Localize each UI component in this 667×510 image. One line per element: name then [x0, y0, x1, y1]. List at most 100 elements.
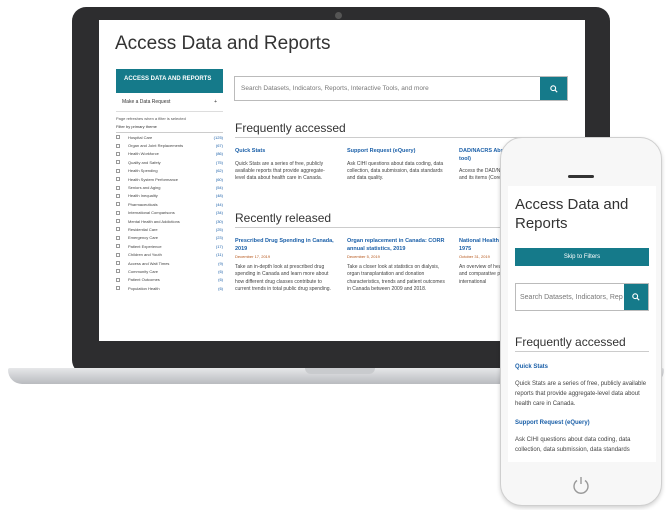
filter-label: Children and Youth	[128, 252, 162, 258]
filter-label: Community Care	[128, 268, 159, 274]
filter-checkbox[interactable]	[116, 177, 120, 182]
filter-checkbox[interactable]	[116, 286, 120, 291]
card-date: December 17, 2019	[235, 254, 271, 259]
theme-filter-item[interactable]: Health Workforce (86)	[116, 150, 223, 158]
theme-filter-item[interactable]: Population Health (6)	[116, 284, 223, 292]
search-input[interactable]: Search Datasets, Indicators, Reports, In…	[235, 77, 540, 100]
filter-label: Population Health	[128, 285, 160, 291]
filter-count: (75)	[215, 159, 223, 165]
theme-filter-item[interactable]: Organ and Joint Replacements (67)	[116, 141, 223, 149]
filter-count: (6)	[218, 285, 223, 291]
phone-screen: Access Data and Reports Skip to Filters …	[508, 186, 656, 462]
filter-sidebar: ACCESS DATA AND REPORTS Make a Data Requ…	[116, 69, 223, 292]
filter-label: Quality and Safety	[128, 159, 161, 165]
plus-icon: +	[214, 99, 217, 105]
frequent-card: Support Request (eQuery) Ask CIHI questio…	[347, 148, 447, 183]
filter-count: (9)	[218, 260, 223, 266]
filter-count: (6)	[218, 268, 223, 274]
theme-filter-item[interactable]: Community Care (6)	[116, 267, 223, 275]
filter-label: Organ and Joint Replacements	[128, 143, 184, 149]
filter-label: Mental Health and Addictions	[128, 218, 180, 224]
theme-filter-item[interactable]: Mental Health and Addictions (30)	[116, 217, 223, 225]
page-title: Access Data and Reports	[115, 33, 331, 54]
theme-filter-item[interactable]: Children and Youth (11)	[116, 250, 223, 258]
card-title-link[interactable]: Prescribed Drug Spending in Canada, 2019	[235, 238, 335, 253]
filter-count: (67)	[215, 143, 223, 149]
card-title-link[interactable]: Organ replacement in Canada: CORR annual…	[347, 238, 447, 253]
theme-filter-item[interactable]: Emergency Care (23)	[116, 234, 223, 242]
filter-count: (60)	[215, 176, 223, 182]
mobile-quick-stats-link[interactable]: Quick Stats	[515, 364, 548, 370]
filter-count: (25)	[215, 226, 223, 232]
theme-filter-item[interactable]: Access and Wait Times (9)	[116, 259, 223, 267]
recent-card: Prescribed Drug Spending in Canada, 2019…	[235, 238, 335, 294]
search-button[interactable]	[540, 77, 567, 100]
mobile-support-request-link[interactable]: Support Request (eQuery)	[515, 420, 590, 426]
filter-count: (44)	[215, 201, 223, 207]
mobile-quick-stats-text: Quick Stats are a series of free, public…	[515, 381, 647, 407]
filter-checkbox[interactable]	[116, 151, 120, 156]
theme-filter-item[interactable]: Residential Care (25)	[116, 225, 223, 233]
theme-filter-item[interactable]: Health Spending (62)	[116, 167, 223, 175]
theme-filter-item[interactable]: Health System Performance (60)	[116, 175, 223, 183]
filter-checkbox[interactable]	[116, 269, 120, 274]
filter-checkbox[interactable]	[116, 244, 120, 249]
search-icon	[549, 84, 558, 93]
filter-checkbox[interactable]	[116, 168, 120, 173]
power-icon	[573, 477, 589, 494]
filter-checkbox[interactable]	[116, 185, 120, 190]
filter-count: (34)	[215, 210, 223, 216]
card-description: Quick Stats are a series of free, public…	[235, 160, 325, 182]
filter-checkbox[interactable]	[116, 193, 120, 198]
filter-label: Seniors and Aging	[128, 185, 161, 191]
data-request-label: Make a Data Request	[122, 99, 171, 105]
filter-label: Emergency Care	[128, 235, 159, 241]
card-date: December 5, 2019	[347, 254, 380, 259]
card-title-link[interactable]: Support Request (eQuery)	[347, 148, 447, 156]
mobile-support-request-text: Ask CIHI questions about data coding, da…	[515, 437, 631, 453]
filter-label: Health Inequality	[128, 193, 158, 199]
theme-filter-item[interactable]: International Comparisons (34)	[116, 209, 223, 217]
card-description: Take a closer look at statistics on dial…	[347, 264, 445, 293]
mobile-search-input[interactable]: Search Datasets, Indicators, Rep	[516, 284, 624, 310]
theme-filter-item[interactable]: Patient Outcomes (6)	[116, 276, 223, 284]
filter-checkbox[interactable]	[116, 210, 120, 215]
mobile-search-button[interactable]	[624, 284, 648, 310]
filter-checkbox[interactable]	[116, 235, 120, 240]
frequent-card: Quick Stats Quick Stats are a series of f…	[235, 148, 335, 183]
filter-checkbox[interactable]	[116, 135, 120, 140]
phone-mockup: Access Data and Reports Skip to Filters …	[500, 137, 662, 506]
filter-label: Residential Care	[128, 226, 158, 232]
home-button[interactable]	[567, 471, 595, 499]
filter-count: (23)	[215, 235, 223, 241]
theme-filter-item[interactable]: Hospital Care (125)	[116, 133, 223, 141]
mobile-search-bar: Search Datasets, Indicators, Rep	[515, 283, 649, 311]
data-request-link[interactable]: Make a Data Request +	[116, 93, 223, 112]
skip-to-filters-button[interactable]: Skip to Filters	[515, 248, 649, 266]
filter-checkbox[interactable]	[116, 202, 120, 207]
card-title-link[interactable]: Quick Stats	[235, 148, 335, 156]
laptop-notch	[305, 368, 375, 374]
filter-checkbox[interactable]	[116, 143, 120, 148]
filter-checkbox[interactable]	[116, 227, 120, 232]
theme-filter-item[interactable]: Pharmaceuticals (44)	[116, 200, 223, 208]
filter-checkbox[interactable]	[116, 219, 120, 224]
filter-count: (11)	[216, 252, 223, 258]
filter-checkbox[interactable]	[116, 277, 120, 282]
theme-filter-item[interactable]: Health Inequality (48)	[116, 192, 223, 200]
theme-filter-item[interactable]: Quality and Safety (75)	[116, 158, 223, 166]
filter-checkbox[interactable]	[116, 160, 120, 165]
filter-count: (125)	[213, 134, 223, 140]
theme-filter-list: Hospital Care (125) Organ and Joint Replac…	[116, 133, 223, 292]
theme-filter-item[interactable]: Patient Experience (17)	[116, 242, 223, 250]
device-mockup: Access Data and Reports ACCESS DATA AND …	[0, 0, 667, 510]
section-divider	[515, 351, 649, 352]
theme-filter-item[interactable]: Seniors and Aging (54)	[116, 183, 223, 191]
filter-count: (86)	[215, 151, 223, 157]
card-description: Take an in-depth look at prescribed drug…	[235, 264, 331, 293]
mobile-frequently-accessed-heading: Frequently accessed	[515, 335, 626, 349]
filter-checkbox[interactable]	[116, 261, 120, 266]
filter-checkbox[interactable]	[116, 252, 120, 257]
filter-label: Patient Outcomes	[128, 277, 160, 283]
mobile-page-title: Access Data and Reports	[515, 196, 629, 232]
